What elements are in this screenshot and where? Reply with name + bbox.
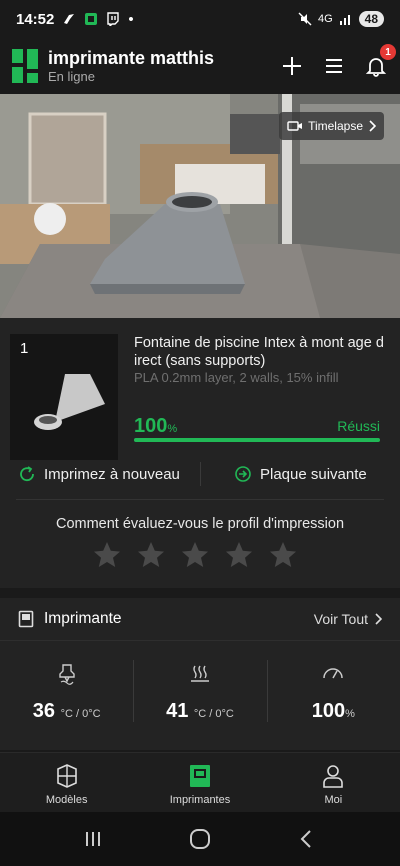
camera-feed[interactable]: Timelapse bbox=[0, 94, 400, 318]
plate-number: 1 bbox=[20, 340, 29, 357]
nozzle-temp-value: 36 bbox=[32, 700, 56, 722]
progress-bar bbox=[134, 438, 380, 442]
star-icon[interactable] bbox=[92, 540, 122, 570]
action-divider bbox=[200, 462, 201, 486]
system-nav-bar bbox=[0, 812, 400, 866]
rating-stars bbox=[92, 540, 298, 570]
app-icon bbox=[85, 13, 98, 25]
nav-label-me: Moi bbox=[324, 794, 343, 806]
see-all-button[interactable]: Voir Tout bbox=[314, 611, 382, 627]
plane-icon bbox=[64, 14, 75, 24]
see-all-label: Voir Tout bbox=[313, 611, 368, 627]
refresh-icon bbox=[20, 466, 34, 482]
printer-small-icon bbox=[18, 610, 34, 628]
printer-section: Imprimante Voir Tout 36 °C / 0°C 41 °C /… bbox=[0, 598, 400, 750]
progress-value: 100 bbox=[134, 415, 168, 437]
job-title: Fontaine de piscine Intex à mont age dir… bbox=[134, 335, 384, 369]
progress-percent: 100% bbox=[134, 415, 177, 438]
models-icon bbox=[56, 764, 77, 788]
nav-item-models[interactable]: Modèles bbox=[0, 753, 133, 812]
bed-temp-value: 41 bbox=[166, 700, 189, 722]
back-icon[interactable] bbox=[295, 827, 319, 851]
star-icon[interactable] bbox=[180, 540, 210, 570]
status-time: 14:52 bbox=[16, 10, 55, 28]
printer-icon bbox=[189, 765, 210, 787]
nav-label-models: Modèles bbox=[45, 794, 88, 806]
progress-fill bbox=[134, 438, 380, 442]
printer-name[interactable]: imprimante matthis bbox=[48, 47, 214, 69]
mute-icon bbox=[298, 12, 312, 26]
signal-icon bbox=[339, 15, 350, 25]
network-type: 4G bbox=[317, 13, 333, 25]
menu-button[interactable] bbox=[322, 54, 346, 78]
nav-label-printers: Imprimantes bbox=[169, 794, 231, 806]
progress-unit: % bbox=[167, 423, 178, 435]
rating-question: Comment évaluez-vous le profil d'impress… bbox=[55, 516, 345, 532]
heatbed-icon bbox=[190, 665, 209, 682]
arrow-circle-right-icon bbox=[235, 466, 251, 482]
battery-level: 48 bbox=[358, 11, 384, 27]
bottom-nav: Modèles Imprimantes Moi bbox=[0, 752, 400, 812]
bed-temperature[interactable]: 41 °C / 0°C bbox=[133, 656, 266, 736]
bed-temp-unit: °C / 0°C bbox=[193, 708, 234, 720]
home-icon[interactable] bbox=[188, 827, 212, 851]
chevron-right-icon bbox=[375, 613, 382, 625]
speed-unit: % bbox=[345, 708, 355, 720]
status-bar: 14:52 • 4G 48 bbox=[0, 0, 400, 38]
divider bbox=[16, 499, 384, 500]
speed-value: 100 bbox=[311, 700, 346, 722]
next-plate-button[interactable]: Plaque suivante bbox=[234, 465, 367, 483]
nozzle-temp-unit: °C / 0°C bbox=[60, 708, 101, 720]
reprint-button[interactable]: Imprimez à nouveau bbox=[18, 465, 180, 483]
notifications-button[interactable]: 1 bbox=[364, 44, 396, 78]
job-settings: PLA 0.2mm layer, 2 walls, 15% infill bbox=[134, 370, 339, 385]
star-icon[interactable] bbox=[268, 540, 298, 570]
print-speed[interactable]: 100% bbox=[266, 656, 400, 736]
printer-status: En ligne bbox=[48, 69, 95, 84]
print-job-card: 1 Fontaine de piscine Intex à mont age d… bbox=[0, 318, 400, 588]
app-header: imprimante matthis En ligne 1 bbox=[0, 38, 400, 94]
profile-icon bbox=[323, 765, 344, 788]
list-menu-icon bbox=[326, 59, 342, 73]
twitch-icon bbox=[107, 12, 120, 26]
next-plate-label: Plaque suivante bbox=[260, 465, 367, 483]
nav-item-me[interactable]: Moi bbox=[267, 753, 400, 812]
chevron-right-icon bbox=[369, 120, 376, 132]
nozzle-temperature[interactable]: 36 °C / 0°C bbox=[0, 656, 133, 736]
reprint-label: Imprimez à nouveau bbox=[44, 465, 180, 483]
timelapse-label: Timelapse bbox=[308, 119, 363, 133]
divider bbox=[0, 640, 400, 641]
speed-gauge-icon bbox=[323, 668, 344, 679]
nav-item-printers[interactable]: Imprimantes bbox=[133, 753, 266, 812]
printer-section-title: Imprimante bbox=[44, 610, 122, 627]
star-icon[interactable] bbox=[224, 540, 254, 570]
status-dot: • bbox=[128, 10, 134, 28]
timelapse-button[interactable]: Timelapse bbox=[279, 112, 384, 140]
brand-logo-icon bbox=[12, 49, 38, 83]
job-actions: Imprimez à nouveau Plaque suivante bbox=[0, 454, 400, 494]
add-button[interactable] bbox=[280, 54, 304, 78]
notification-badge: 1 bbox=[380, 44, 396, 60]
plus-icon bbox=[283, 57, 301, 75]
star-icon[interactable] bbox=[136, 540, 166, 570]
recents-icon[interactable] bbox=[81, 827, 105, 851]
model-thumbnail[interactable]: 1 bbox=[10, 334, 118, 460]
video-camera-icon bbox=[287, 121, 303, 131]
nozzle-icon bbox=[58, 664, 75, 685]
job-status: Réussi bbox=[337, 418, 380, 434]
